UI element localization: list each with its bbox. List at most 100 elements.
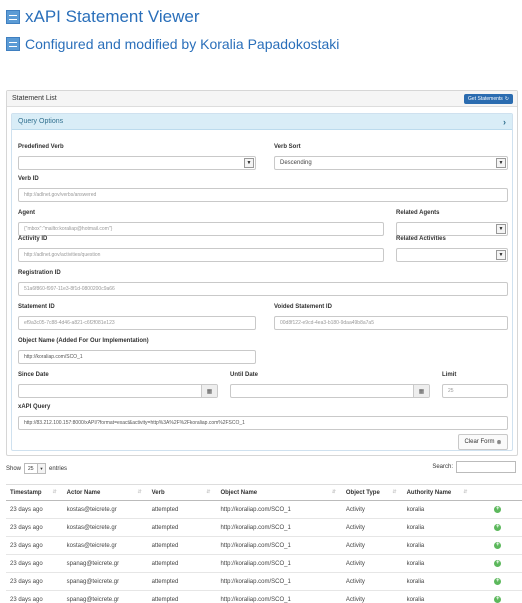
calendar-icon[interactable]: ▦: [201, 385, 217, 397]
search-label: Search:: [432, 464, 453, 470]
actor-name-cell: kostas@teicrete.gr: [62, 518, 148, 537]
sort-icon: ⇵: [392, 489, 397, 495]
table-header-row: Timestamp ⇵ Actor Name ⇵ Verb ⇵ Object Name…: [6, 484, 522, 501]
table-row: 23 days ago spanag@teicrete.gr attempted…: [6, 590, 522, 603]
col-label: Authority Name: [406, 489, 452, 496]
since-date-input[interactable]: ▦: [18, 384, 218, 398]
verb-sort-value: Descending: [280, 160, 312, 166]
calendar-icon[interactable]: ▦: [413, 385, 429, 397]
actor-name-cell: spanag@teicrete.gr: [62, 554, 148, 573]
sort-icon: ⇵: [52, 489, 57, 495]
details-cell: +: [473, 590, 522, 603]
sort-icon: ⇵: [206, 489, 211, 495]
object-type-cell: Activity: [341, 518, 403, 537]
object-name-cell: http://koraliap.com/SCO_1: [216, 518, 342, 537]
entries-value: 25: [28, 465, 34, 472]
show-label: Show: [6, 465, 22, 472]
object-type-cell: Activity: [341, 572, 403, 591]
query-options-toggle[interactable]: Query Options ›: [12, 114, 512, 130]
expand-plus-icon[interactable]: +: [494, 578, 502, 585]
sort-icon: ⇵: [137, 489, 142, 495]
object-name-cell: http://koraliap.com/SCO_1: [216, 590, 342, 603]
activity-id-input[interactable]: http://adlnet.gov/activities/question: [18, 248, 384, 262]
authority-name-cell: koralia: [402, 536, 474, 555]
col-object-type[interactable]: Object Type ⇵: [341, 484, 403, 501]
col-label: Timestamp: [10, 489, 42, 496]
sort-icon: ⇵: [463, 489, 468, 495]
verb-id-label: Verb ID: [18, 176, 39, 182]
xapi-query-input[interactable]: http://83.212.100.157:8000/xAPI/?format=…: [18, 416, 508, 430]
details-cell: +: [473, 572, 522, 591]
app-title: xAPI Statement Viewer: [6, 6, 200, 28]
expand-plus-icon[interactable]: +: [494, 560, 502, 567]
until-date-input[interactable]: ▦: [230, 384, 430, 398]
limit-input[interactable]: 25: [442, 384, 508, 398]
actor-name-cell: kostas@teicrete.gr: [62, 536, 148, 555]
document-icon: [6, 37, 20, 51]
query-options-panel: Query Options › Predefined Verb ▼ Verb S…: [11, 113, 513, 451]
verb-cell: attempted: [147, 554, 217, 573]
related-agents-select[interactable]: ▼: [396, 222, 508, 236]
get-statements-label: Get Statements: [468, 95, 503, 102]
chevron-right-icon: ›: [503, 116, 506, 127]
expand-plus-icon[interactable]: +: [494, 596, 502, 603]
predefined-verb-select[interactable]: ▼: [18, 156, 256, 170]
verb-id-input[interactable]: http://adlnet.gov/verbs/answered: [18, 188, 508, 202]
chevron-down-icon: ▼: [37, 464, 46, 473]
entries-select[interactable]: 25 ▼: [24, 463, 47, 474]
authority-name-cell: koralia: [402, 554, 474, 573]
query-options-title: Query Options: [18, 118, 64, 125]
statement-list-panel: Statement List Get Statements ↻ Query Op…: [6, 90, 518, 456]
col-label: Verb: [151, 489, 165, 496]
sort-icon: ⇵: [331, 489, 336, 495]
predefined-verb-label: Predefined Verb: [18, 144, 64, 150]
chevron-down-icon: ▼: [244, 158, 254, 168]
agent-input[interactable]: {"mbox":"mailto:koraliap@hotmail.com"}: [18, 222, 384, 236]
related-activities-select[interactable]: ▼: [396, 248, 508, 262]
statement-list-title: Statement List: [12, 95, 57, 102]
xapi-query-label: xAPI Query: [18, 404, 51, 410]
table-row: 23 days ago spanag@teicrete.gr attempted…: [6, 554, 522, 573]
timestamp-cell: 23 days ago: [6, 536, 63, 555]
registration-id-input[interactable]: 51a6f860-f997-11e3-8f1d-0800200c9a66: [18, 282, 508, 296]
object-name-input[interactable]: http://koraliap.com/SCO_1: [18, 350, 256, 364]
voided-statement-id-input[interactable]: 00d8f122-e9cd-4ea3-b180-9daa49b8a7a5: [274, 316, 508, 330]
authority-name-cell: koralia: [402, 500, 474, 519]
col-object-name[interactable]: Object Name ⇵: [216, 484, 342, 501]
app-subtitle: Configured and modified by Koralia Papad…: [6, 34, 339, 54]
chevron-down-icon: ▼: [496, 224, 506, 234]
statement-id-label: Statement ID: [18, 304, 55, 310]
clear-form-label: Clear Form: [464, 439, 495, 445]
col-authority-name[interactable]: Authority Name ⇵: [402, 484, 474, 501]
table-row: 23 days ago spanag@teicrete.gr attempted…: [6, 572, 522, 591]
clear-form-button[interactable]: Clear Form ⊗: [458, 434, 508, 450]
expand-plus-icon[interactable]: +: [494, 542, 502, 549]
col-verb[interactable]: Verb ⇵: [147, 484, 217, 501]
expand-plus-icon[interactable]: +: [494, 524, 502, 531]
verb-cell: attempted: [147, 500, 217, 519]
statements-table: Timestamp ⇵ Actor Name ⇵ Verb ⇵ Object Name…: [6, 484, 522, 603]
table-search: Search:: [432, 461, 516, 473]
actor-name-cell: kostas@teicrete.gr: [62, 500, 148, 519]
get-statements-button[interactable]: Get Statements ↻: [464, 93, 513, 104]
search-input[interactable]: [456, 461, 516, 473]
timestamp-cell: 23 days ago: [6, 500, 63, 519]
col-actor-name[interactable]: Actor Name ⇵: [62, 484, 148, 501]
col-timestamp[interactable]: Timestamp ⇵: [6, 484, 63, 501]
statement-list-header: Statement List Get Statements ↻: [7, 91, 517, 107]
authority-name-cell: koralia: [402, 518, 474, 537]
entries-label: entries: [49, 465, 68, 472]
verb-sort-label: Verb Sort: [274, 144, 301, 150]
timestamp-cell: 23 days ago: [6, 572, 63, 591]
statement-id-input[interactable]: ef9a3c05-7c88-4d46-a821-c6f2f081e123: [18, 316, 256, 330]
verb-sort-select[interactable]: Descending ▼: [274, 156, 508, 170]
registration-id-label: Registration ID: [18, 270, 61, 276]
clear-icon: ⊗: [496, 439, 502, 446]
timestamp-cell: 23 days ago: [6, 554, 63, 573]
voided-statement-id-label: Voided Statement ID: [274, 304, 332, 310]
object-type-cell: Activity: [341, 536, 403, 555]
object-name-cell: http://koraliap.com/SCO_1: [216, 500, 342, 519]
col-label: Object Type: [345, 489, 380, 496]
activity-id-label: Activity ID: [18, 236, 48, 242]
expand-plus-icon[interactable]: +: [494, 506, 502, 513]
